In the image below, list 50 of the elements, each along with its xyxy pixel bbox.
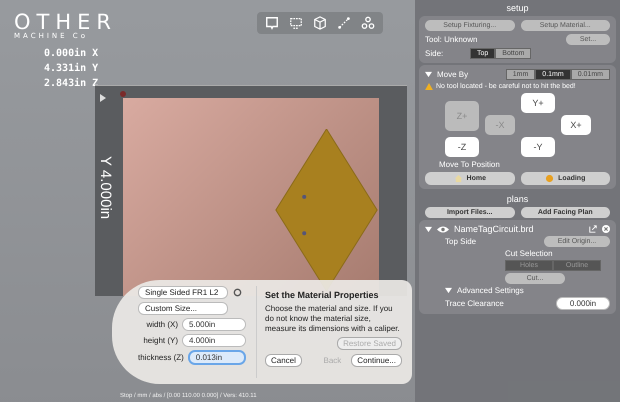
side-label: Side: [425, 49, 444, 58]
trace-clearance-label: Trace Clearance [445, 299, 504, 308]
move-to-position-label: Move To Position [439, 160, 501, 169]
input-field[interactable]: 0.013in [188, 350, 246, 365]
jog-button[interactable]: Y+ [521, 93, 555, 113]
expand-triangle-icon[interactable] [425, 226, 432, 232]
advanced-settings-label: Advanced Settings [457, 286, 524, 295]
section-title: plans [506, 194, 530, 204]
close-icon[interactable] [602, 225, 610, 233]
input-field[interactable]: 4.000in [182, 334, 246, 347]
warning-icon [425, 83, 433, 90]
nodes-icon[interactable] [361, 16, 376, 30]
side-name: Top Side [445, 237, 476, 246]
file-name: NameTagCircuit.brd [454, 224, 535, 234]
continue-button[interactable]: Continue... [351, 354, 402, 367]
height-dimension: Y 4.000in [97, 156, 114, 220]
coordinate-value: 0.000in [44, 46, 86, 61]
jog-button[interactable]: X+ [561, 115, 591, 135]
section-title: setup [505, 3, 530, 13]
screen-icon[interactable] [289, 16, 304, 30]
field-label: height (Y) [143, 336, 178, 345]
field-label: thickness (Z) [138, 353, 184, 362]
jog-button[interactable]: -Y [521, 137, 555, 157]
sun-icon [545, 174, 554, 183]
field-label: width (X) [146, 320, 178, 329]
material-select[interactable]: Single Sided FR1 L2 [138, 286, 228, 299]
size-select[interactable]: Custom Size... [138, 302, 228, 315]
logo-wordmark: OTHER [14, 12, 118, 32]
coordinate-value: 4.331in [44, 62, 86, 76]
jog-button[interactable]: -Z [445, 137, 479, 157]
origin-dot [120, 91, 126, 97]
dialog-title: Set the Material Properties [265, 290, 380, 300]
line-segment-icon[interactable] [337, 16, 352, 30]
coordinate-value: 2.843in [44, 76, 86, 91]
cancel-button[interactable]: Cancel [265, 354, 302, 367]
play-icon [100, 94, 106, 102]
eye-icon[interactable] [437, 226, 449, 232]
house-icon [454, 174, 463, 183]
tool-status: Tool: Unknown [425, 35, 478, 44]
axis-label: Y [92, 62, 98, 76]
expand-triangle-icon[interactable] [425, 71, 432, 78]
input-field[interactable]: 0.000in [556, 297, 610, 310]
expand-triangle-icon[interactable] [445, 287, 452, 294]
axis-label: X [92, 47, 98, 61]
dialog-description: Choose the material and size. If you do not know the material size, measure its dimensions with a caliper. [265, 304, 401, 334]
cut-selection-label: Cut Selection [504, 249, 554, 258]
input-field[interactable]: 5.000in [182, 318, 246, 331]
move-by-label: Move By [437, 70, 468, 79]
external-icon[interactable] [589, 225, 597, 233]
cube-icon[interactable] [313, 16, 328, 30]
